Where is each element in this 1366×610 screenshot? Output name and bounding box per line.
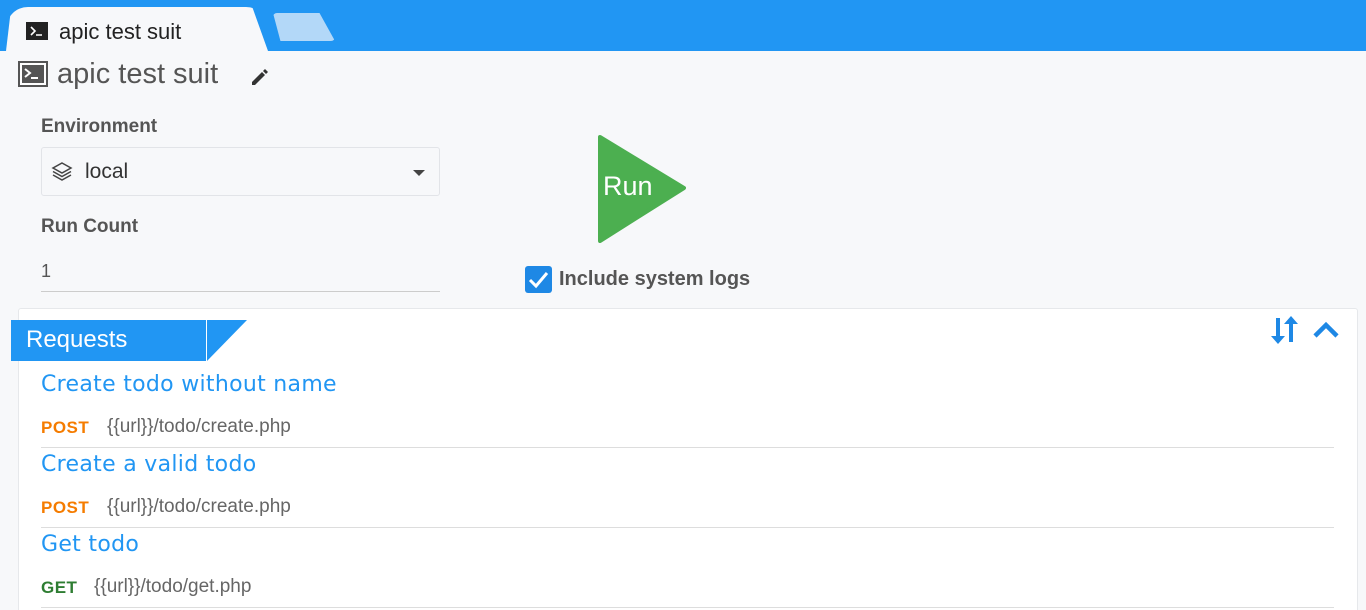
environment-select[interactable]: local: [41, 147, 440, 196]
run-count-input[interactable]: [41, 252, 440, 292]
chevron-down-icon: [413, 170, 425, 176]
sort-icon[interactable]: [1270, 314, 1300, 351]
pencil-icon[interactable]: [249, 66, 271, 93]
request-name[interactable]: Create a valid todo: [41, 452, 256, 477]
new-tab-button[interactable]: [273, 13, 335, 41]
environment-value: local: [85, 160, 129, 183]
request-method: POST: [41, 418, 90, 437]
run-button-label: Run: [603, 171, 653, 201]
chevron-up-icon[interactable]: [1312, 318, 1340, 347]
tab-apic-test-suit[interactable]: apic test suit: [6, 7, 268, 51]
request-name[interactable]: Get todo: [41, 532, 139, 557]
page-title: apic test suit: [57, 58, 219, 90]
request-url: {{url}}/todo/create.php: [107, 416, 291, 437]
terminal-icon: [18, 61, 48, 92]
list-item[interactable]: Create todo without name POST {{url}}/to…: [41, 368, 1334, 448]
requests-tab-tail: [207, 320, 247, 361]
request-method: GET: [41, 578, 78, 597]
system-logs-label: Include system logs: [559, 268, 751, 290]
request-method: POST: [41, 498, 90, 517]
tab-bar: apic test suit: [0, 0, 1366, 51]
system-logs-checkbox[interactable]: [525, 266, 552, 293]
tab-label: apic test suit: [59, 19, 182, 44]
list-item[interactable]: Create a valid todo POST {{url}}/todo/cr…: [41, 448, 1334, 528]
list-item[interactable]: Get todo GET {{url}}/todo/get.php: [41, 528, 1334, 608]
requests-header: Requests: [11, 320, 247, 361]
run-button[interactable]: Run: [596, 135, 686, 243]
terminal-icon: [26, 22, 48, 45]
request-url: {{url}}/todo/create.php: [107, 496, 291, 517]
request-name[interactable]: Create todo without name: [41, 372, 337, 397]
request-url: {{url}}/todo/get.php: [94, 576, 252, 597]
environment-label: Environment: [41, 116, 158, 137]
requests-title: Requests: [26, 326, 128, 353]
layers-icon: [51, 160, 73, 187]
run-count-label: Run Count: [41, 216, 139, 237]
